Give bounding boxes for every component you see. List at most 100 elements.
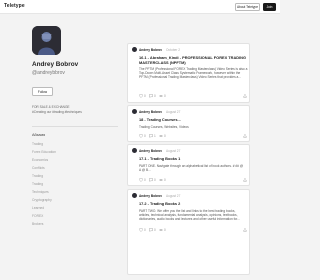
- comment-icon: [149, 228, 153, 232]
- topic-link[interactable]: Cryptography: [32, 198, 52, 202]
- profile-bio: FOR SALE & EXCHANGE #Creating our #tradi…: [32, 105, 118, 114]
- views-counter: 0: [159, 178, 166, 182]
- post-actions: 0 1 0: [139, 134, 247, 139]
- topic-link[interactable]: FOREX: [32, 214, 43, 218]
- like-button[interactable]: 0: [139, 94, 146, 98]
- post-date: August 27: [166, 193, 181, 198]
- views-counter: 0: [159, 134, 166, 138]
- eye-icon: [159, 95, 163, 97]
- topic-link[interactable]: Conflicts: [32, 166, 45, 170]
- topic-link[interactable]: Learned: [32, 206, 44, 210]
- post-title[interactable]: 18 - Trading Courses...: [139, 118, 247, 123]
- heart-icon: [139, 94, 143, 98]
- topic-link[interactable]: Trading: [32, 142, 43, 146]
- about-teletype-button[interactable]: About Teletype: [235, 3, 260, 11]
- post-actions: 0 0 0: [139, 178, 247, 183]
- comment-icon: [149, 94, 153, 98]
- eye-icon: [159, 135, 163, 137]
- comment-count: 0: [154, 228, 156, 232]
- post-excerpt-line: Trading Courses, Websites, Videos: [139, 125, 189, 129]
- comment-icon: [149, 134, 153, 138]
- view-count: 0: [164, 94, 166, 98]
- heart-icon: [139, 228, 143, 232]
- post-author[interactable]: Andrey Bobrov: [139, 149, 162, 153]
- post-card[interactable]: Andrey Bobrov August 27 17.2 - Trading B…: [127, 189, 250, 275]
- like-button[interactable]: 0: [139, 134, 146, 138]
- post-date: August 27: [166, 148, 181, 153]
- topic-link[interactable]: Trading: [32, 174, 43, 178]
- post-actions: 0 0 0: [139, 94, 247, 99]
- post-title-line: 17.1 - Trading Books 1: [139, 157, 181, 161]
- heart-icon: [139, 134, 143, 138]
- join-button[interactable]: Join: [263, 3, 276, 11]
- post-title-line: 17.2 - Trading Books 2: [139, 202, 181, 206]
- like-button[interactable]: 0: [139, 178, 146, 182]
- topics-heading: Айзамя: [32, 133, 46, 137]
- teletype-logo[interactable]: Teletype: [4, 3, 25, 9]
- share-icon: [243, 178, 247, 182]
- follow-button[interactable]: Follow: [32, 87, 53, 96]
- like-count: 0: [144, 178, 146, 182]
- post-author[interactable]: Andrey Bobrov: [139, 110, 162, 114]
- post-excerpt-line: PFTM (Professional Trading Masterclass) …: [139, 75, 241, 80]
- view-count: 0: [164, 178, 166, 182]
- comment-button[interactable]: 0: [149, 228, 156, 232]
- post-title-line: MASTERCLASS (NPFTM): [139, 60, 186, 65]
- post-card[interactable]: Andrey Bobrov October 2 16.1 - Abraham_K…: [127, 43, 250, 103]
- share-button[interactable]: [243, 94, 247, 98]
- share-button[interactable]: [243, 134, 247, 138]
- view-count: 0: [164, 134, 166, 138]
- post-date: August 27: [166, 109, 181, 114]
- post-actions: 0 0 0: [139, 228, 247, 233]
- comment-button[interactable]: 0: [149, 178, 156, 182]
- share-icon: [243, 134, 247, 138]
- topic-link[interactable]: Techniques: [32, 190, 49, 194]
- bio-line: #Creating our #trading #techniques: [32, 109, 82, 114]
- post-author[interactable]: Andrey Bobrov: [139, 194, 162, 198]
- author-avatar: [132, 193, 137, 198]
- post-excerpt: PART ONE. Navigate through an alphabetic…: [139, 164, 249, 172]
- comment-button[interactable]: 0: [149, 94, 156, 98]
- profile-avatar: [32, 26, 61, 55]
- share-icon: [243, 94, 247, 98]
- view-count: 0: [164, 228, 166, 232]
- like-count: 0: [144, 228, 146, 232]
- top-bar: Teletype About Teletype Join: [0, 0, 280, 14]
- profile-name: Andrey Bobrov: [32, 61, 79, 68]
- topic-link[interactable]: Forex Education: [32, 150, 56, 154]
- heart-icon: [139, 178, 143, 182]
- share-button[interactable]: [243, 178, 247, 182]
- post-excerpt-line: A @ B...: [139, 168, 151, 173]
- author-avatar: [132, 148, 137, 153]
- comment-count: 1: [154, 134, 156, 138]
- share-icon: [243, 228, 247, 232]
- profile-handle: @andreybbrov: [32, 70, 65, 76]
- views-counter: 0: [159, 94, 166, 98]
- comment-count: 0: [154, 94, 156, 98]
- post-author[interactable]: Andrey Bobrov: [139, 48, 162, 52]
- post-date: October 2: [166, 47, 180, 52]
- author-avatar: [132, 109, 137, 114]
- post-title-line: 18 - Trading Courses...: [139, 118, 181, 122]
- like-count: 0: [144, 134, 146, 138]
- eye-icon: [159, 229, 163, 231]
- like-button[interactable]: 0: [139, 228, 146, 232]
- comment-count: 0: [154, 178, 156, 182]
- topic-link[interactable]: Economics: [32, 158, 48, 162]
- topic-link[interactable]: Brokers: [32, 222, 43, 226]
- post-card[interactable]: Andrey Bobrov August 27 17.1 - Trading B…: [127, 144, 250, 186]
- eye-icon: [159, 179, 163, 181]
- share-button[interactable]: [243, 228, 247, 232]
- post-excerpt: Trading Courses, Websites, Videos: [139, 125, 249, 129]
- post-excerpt-line: dictionaries, audio books and lectures a…: [139, 217, 240, 222]
- post-card[interactable]: Andrey Bobrov August 27 18 - Trading Cou…: [127, 105, 250, 142]
- post-excerpt: The PFTM (Professional FOREX Trading Mas…: [139, 67, 249, 79]
- topic-link[interactable]: Trading: [32, 182, 43, 186]
- author-avatar: [132, 47, 137, 52]
- like-count: 0: [144, 94, 146, 98]
- views-counter: 0: [159, 228, 166, 232]
- post-title[interactable]: 17.1 - Trading Books 1: [139, 157, 247, 162]
- post-title[interactable]: 16.1 - Abraham_Kindi - PROFESSIONAL FORE…: [139, 56, 247, 65]
- post-title[interactable]: 17.2 - Trading Books 2: [139, 202, 247, 207]
- comment-button[interactable]: 1: [149, 134, 156, 138]
